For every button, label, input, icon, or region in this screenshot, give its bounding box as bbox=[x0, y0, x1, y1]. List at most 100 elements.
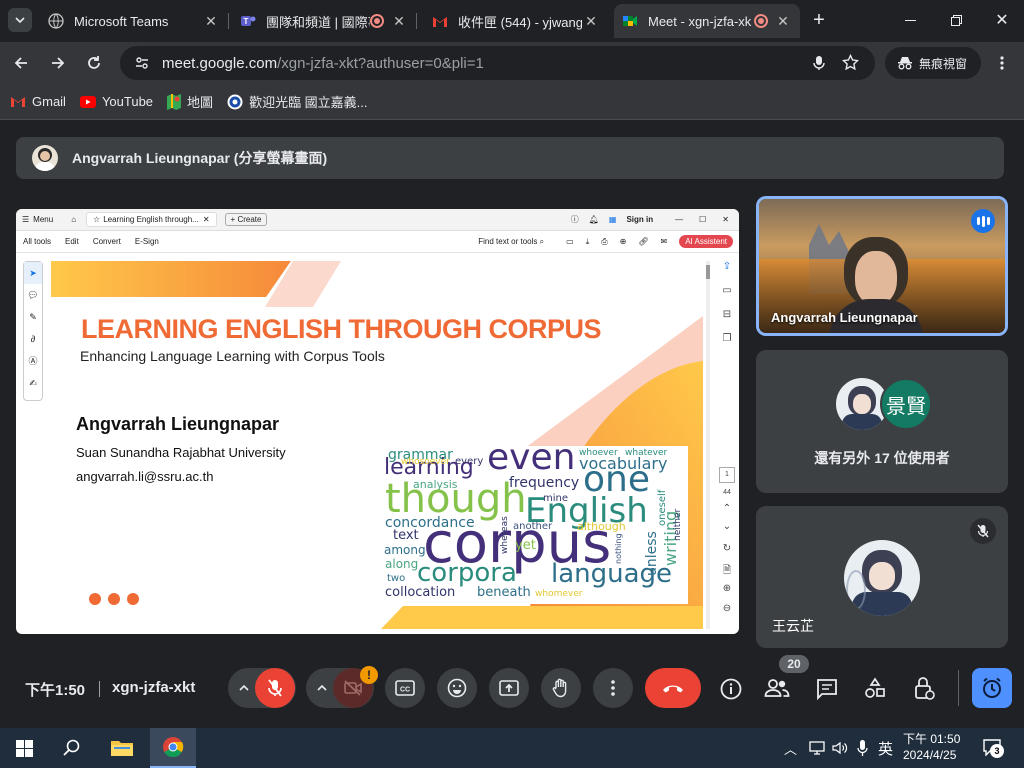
save-icon[interactable]: ▭ bbox=[566, 237, 574, 246]
address-bar[interactable]: meet.google.com/xgn-jzfa-xkt?authuser=0&… bbox=[120, 46, 875, 80]
file-explorer-icon[interactable] bbox=[110, 738, 134, 758]
notifications-button[interactable]: 3 bbox=[982, 738, 1004, 758]
host-controls-icon[interactable] bbox=[913, 676, 935, 700]
timer-button[interactable] bbox=[972, 668, 1012, 708]
close-tab-icon[interactable]: ✕ bbox=[582, 12, 600, 30]
chat-icon[interactable] bbox=[816, 678, 838, 700]
search-icon[interactable] bbox=[63, 739, 81, 757]
menu-label[interactable]: Menu bbox=[33, 215, 53, 224]
new-tab-button[interactable]: + bbox=[808, 9, 830, 31]
find-tools-input[interactable]: Find text or tools ⌕ bbox=[478, 237, 544, 247]
page-up-icon[interactable]: ⌃ bbox=[715, 503, 739, 521]
pdf-close-icon[interactable]: ✕ bbox=[722, 215, 729, 224]
pdf-restore-icon[interactable]: ☐ bbox=[699, 215, 706, 224]
zoom-search-icon[interactable]: ⊕ bbox=[620, 237, 627, 246]
microphone-tray-icon[interactable] bbox=[857, 739, 868, 757]
file-icon[interactable]: 🗎︎ bbox=[715, 563, 739, 583]
bookmark-gmail[interactable]: Gmail bbox=[10, 94, 66, 109]
windows-start-icon[interactable] bbox=[16, 740, 33, 757]
tool-convert[interactable]: Convert bbox=[93, 237, 121, 246]
reload-icon[interactable] bbox=[86, 55, 102, 71]
speaker-tile[interactable]: Angvarrah Lieungnapar bbox=[756, 196, 1008, 336]
bookmark-university[interactable]: 歡迎光臨 國立嘉義... bbox=[227, 92, 368, 111]
close-tab-icon[interactable]: ✕ bbox=[202, 12, 220, 30]
ime-indicator[interactable]: 英 bbox=[878, 738, 893, 759]
tab-search-button[interactable] bbox=[8, 8, 32, 32]
tool-edit[interactable]: Edit bbox=[65, 237, 79, 246]
select-tool-icon[interactable]: ➤ bbox=[24, 262, 42, 284]
volume-icon[interactable] bbox=[832, 740, 848, 756]
rotate-icon[interactable]: ↻ bbox=[715, 543, 739, 563]
export-pdf-icon[interactable]: ⇪ bbox=[715, 261, 739, 285]
mic-options-chevron-icon[interactable] bbox=[238, 683, 250, 693]
more-menu-icon[interactable] bbox=[995, 55, 1009, 71]
zoom-out-icon[interactable]: ⊖ bbox=[715, 603, 739, 623]
camera-options-chevron-icon[interactable] bbox=[316, 683, 328, 693]
taskbar-clock[interactable]: 下午 01:50 2024/4/25 bbox=[903, 731, 960, 763]
gmail-icon bbox=[433, 16, 447, 27]
close-tab-icon[interactable]: ✕ bbox=[774, 12, 792, 30]
leave-call-button[interactable] bbox=[645, 668, 701, 708]
tab-teams-channels[interactable]: T 團隊和頻道 | 國際事 ✕ bbox=[232, 4, 417, 38]
comments-icon[interactable]: ▭ bbox=[715, 285, 739, 309]
participants-button[interactable] bbox=[764, 678, 794, 700]
activities-icon[interactable] bbox=[864, 677, 886, 699]
tray-overflow-icon[interactable]: ︿ bbox=[784, 739, 797, 758]
page-down-icon[interactable]: ⌄ bbox=[715, 521, 739, 543]
alarm-icon bbox=[983, 677, 1001, 698]
raise-hand-button[interactable] bbox=[541, 668, 581, 708]
pdf-doc-tab[interactable]: ☆ Learning English through... ✕ bbox=[86, 212, 217, 227]
forward-icon[interactable] bbox=[50, 55, 66, 71]
pdf-minimize-icon[interactable]: — bbox=[675, 215, 683, 224]
tab-title: 團隊和頻道 | 國際事 bbox=[266, 14, 370, 30]
restore-button[interactable] bbox=[936, 8, 976, 32]
create-button[interactable]: + Create bbox=[224, 213, 268, 226]
menu-icon[interactable]: ☰ bbox=[22, 215, 29, 224]
home-icon[interactable]: ⌂ bbox=[71, 215, 76, 224]
bookmark-maps[interactable]: 地圖 bbox=[167, 92, 213, 111]
print-icon[interactable]: ⎙ bbox=[601, 237, 607, 247]
present-screen-button[interactable] bbox=[489, 668, 529, 708]
bell-icon[interactable]: 🔔︎ bbox=[589, 215, 599, 224]
network-icon[interactable] bbox=[809, 740, 825, 756]
bookmarks-icon[interactable]: ⊟ bbox=[715, 309, 739, 333]
microphone-icon[interactable] bbox=[812, 55, 826, 71]
incognito-badge[interactable]: 無痕視窗 bbox=[885, 47, 981, 79]
reactions-button[interactable] bbox=[437, 668, 477, 708]
pen-tool-icon[interactable]: ✎ bbox=[24, 306, 42, 328]
tab-gmail-inbox[interactable]: 收件匣 (544) - yjwang ✕ bbox=[424, 4, 608, 38]
lasso-tool-icon[interactable]: ∂ bbox=[24, 328, 42, 350]
bookmark-star-icon[interactable] bbox=[842, 54, 859, 71]
close-tab-icon[interactable]: ✕ bbox=[390, 12, 408, 30]
zoom-in-icon[interactable]: ⊕ bbox=[715, 583, 739, 603]
mic-toggle-button[interactable] bbox=[255, 668, 295, 708]
page-number-box[interactable]: 1 bbox=[719, 467, 735, 483]
download-icon[interactable]: ⤓ bbox=[586, 237, 590, 247]
site-info-icon[interactable] bbox=[134, 55, 150, 71]
comment-tool-icon[interactable]: 💬︎ bbox=[24, 284, 42, 306]
close-window-button[interactable]: ✕ bbox=[982, 8, 1022, 32]
mail-icon[interactable]: ✉ bbox=[661, 237, 668, 246]
back-icon[interactable] bbox=[13, 55, 29, 71]
stamp-tool-icon[interactable]: ✍ bbox=[24, 372, 42, 394]
tool-all-tools[interactable]: All tools bbox=[23, 237, 51, 246]
captions-button[interactable]: CC bbox=[385, 668, 425, 708]
link-icon[interactable]: 🔗︎ bbox=[638, 237, 648, 246]
text-tool-icon[interactable]: Ⓐ bbox=[24, 350, 42, 372]
others-tile[interactable]: 景賢 還有另外 17 位使用者 bbox=[756, 350, 1008, 493]
pdf-scrollbar[interactable] bbox=[706, 261, 710, 629]
tab-meet[interactable]: Meet - xgn-jzfa-xk ✕ bbox=[614, 4, 800, 38]
self-tile[interactable]: 王云芷 bbox=[756, 506, 1008, 648]
chrome-taskbar-button[interactable] bbox=[150, 728, 196, 768]
more-options-button[interactable] bbox=[593, 668, 633, 708]
minimize-button[interactable] bbox=[890, 8, 930, 32]
help-icon[interactable]: ⓘ bbox=[571, 214, 579, 225]
bookmark-youtube[interactable]: YouTube bbox=[79, 94, 153, 109]
tool-esign[interactable]: E-Sign bbox=[135, 237, 159, 246]
apps-icon[interactable]: ▦ bbox=[609, 215, 617, 224]
tab-microsoft-teams[interactable]: Microsoft Teams ✕ bbox=[40, 4, 229, 38]
meeting-info-icon[interactable] bbox=[720, 678, 742, 700]
pages-icon[interactable]: ❐ bbox=[715, 333, 739, 357]
sign-in-link[interactable]: Sign in bbox=[626, 215, 653, 224]
ai-assistant-button[interactable]: AI Assistent bbox=[679, 235, 733, 248]
